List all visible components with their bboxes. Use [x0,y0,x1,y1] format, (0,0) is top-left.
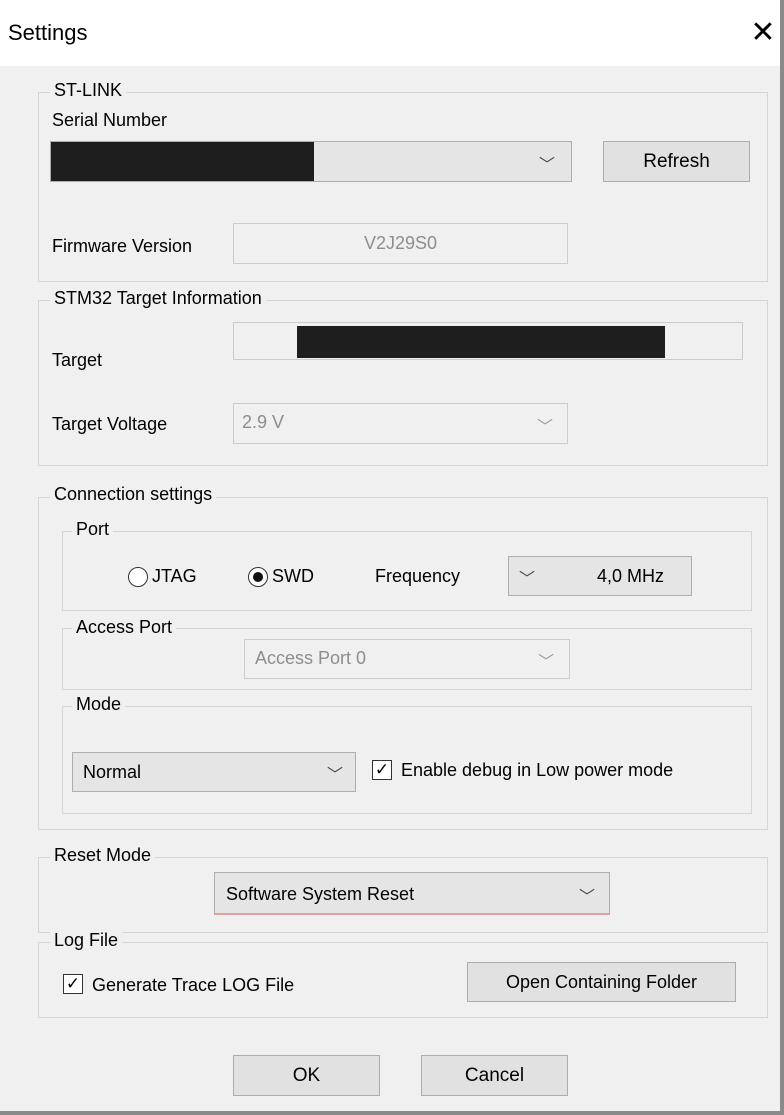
access-port-legend: Access Port [72,617,177,638]
mode-legend: Mode [72,694,126,715]
window-border-bottom [0,1111,784,1115]
chevron-down-icon: ﹀ [539,155,556,174]
window-title: Settings [8,20,88,45]
port-legend: Port [72,519,114,540]
target-field [233,322,743,360]
target-info-legend: STM32 Target Information [50,288,266,309]
generate-trace-log-label: Generate Trace LOG File [92,975,295,995]
access-port-value: Access Port 0 [255,648,367,668]
target-voltage-value: 2.9 V [242,412,285,432]
mode-dropdown[interactable]: Normal ﹀ [72,752,356,792]
firmware-version-label: Firmware Version [52,236,193,256]
stlink-legend: ST-LINK [50,80,127,101]
jtag-radio[interactable] [128,567,148,587]
close-icon[interactable]: ✕ [746,14,780,52]
target-label: Target [52,350,103,370]
swd-radio[interactable] [248,567,268,587]
open-containing-folder-button[interactable]: Open Containing Folder [467,962,736,1002]
chevron-down-icon: ﹀ [538,652,555,671]
serial-number-dropdown[interactable]: ﹀ [50,141,572,182]
chevron-down-icon: ﹀ [519,569,536,588]
window-border-right [780,0,784,1115]
mode-value: Normal [83,762,142,782]
checkmark-icon: ✓ [374,760,390,780]
frequency-label: Frequency [375,566,461,586]
chevron-down-icon: ﹀ [579,887,596,906]
jtag-label: JTAG [152,566,197,586]
swd-label: SWD [272,566,314,586]
frequency-value: 4,0 MHz [597,566,665,586]
access-port-dropdown: Access Port 0 ﹀ [244,639,570,679]
target-voltage-dropdown: 2.9 V ﹀ [233,403,568,444]
frequency-dropdown[interactable]: ﹀ 4,0 MHz [508,556,692,596]
log-file-legend: Log File [50,930,123,951]
connection-settings-legend: Connection settings [50,484,217,505]
reset-mode-legend: Reset Mode [50,845,156,866]
low-power-debug-label: Enable debug in Low power mode [401,760,674,780]
target-voltage-label: Target Voltage [52,414,168,434]
generate-trace-log-checkbox[interactable]: ✓ [63,974,83,994]
cancel-button[interactable]: Cancel [421,1055,568,1096]
serial-number-label: Serial Number [52,110,168,130]
ok-button[interactable]: OK [233,1055,380,1096]
chevron-down-icon: ﹀ [327,765,344,784]
firmware-version-field: V2J29S0 [233,223,568,264]
low-power-debug-checkbox[interactable]: ✓ [372,760,392,780]
refresh-button[interactable]: Refresh [603,141,750,182]
reset-mode-value: Software System Reset [226,884,415,904]
serial-number-redacted [51,142,314,181]
checkmark-icon: ✓ [65,974,81,994]
target-redacted [297,326,665,358]
title-bar [0,0,784,66]
reset-mode-dropdown[interactable]: Software System Reset ﹀ [214,872,610,915]
chevron-down-icon: ﹀ [537,417,554,436]
